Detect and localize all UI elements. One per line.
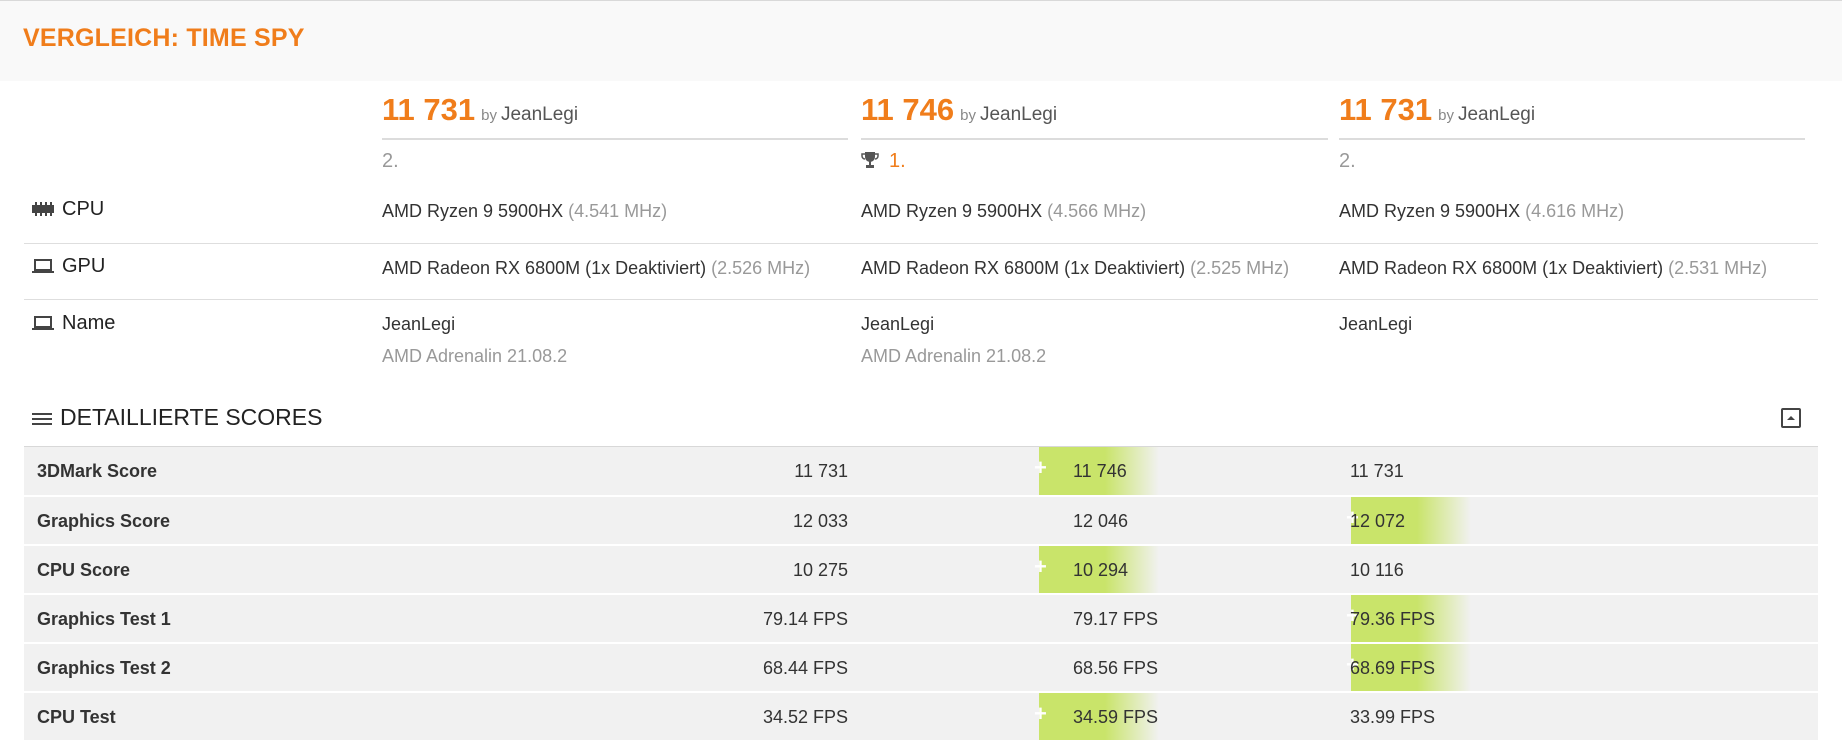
rank-2: 1. (861, 150, 906, 173)
score-value-col-1: 34.52 FPS (762, 707, 848, 727)
rank-1: 2. (382, 150, 399, 172)
monitor-icon (32, 259, 54, 273)
score-value-col-3: 33.99 FPS (1350, 707, 1436, 727)
table-row: + CPU Test 34.52 FPS 34.59 FPS 33.99 FPS (24, 691, 1818, 740)
plus-icon: + (1034, 455, 1047, 480)
list-icon (32, 413, 52, 425)
trophy-icon (861, 152, 879, 168)
collapse-section-button[interactable] (1781, 408, 1801, 428)
table-row: + Graphics Test 2 68.44 FPS 68.56 FPS 68.69 … (24, 642, 1818, 691)
score-value-col-1: 10 275 (792, 560, 848, 580)
gpu-value-2: AMD Radeon RX 6800M (1x Deaktiviert) (2.… (861, 258, 1290, 278)
score-user-link[interactable]: JeanLegi (501, 104, 578, 125)
score-value-col-2: 34.59 FPS (1073, 707, 1159, 727)
info-row-name: Name JeanLegi AMD Adrenalin 21.08.2 Jean… (24, 300, 1818, 380)
gpu-value-1: AMD Radeon RX 6800M (1x Deaktiviert) (2.… (382, 258, 811, 278)
score-value-col-1: 79.14 FPS (762, 609, 848, 629)
gpu-value-3: AMD Radeon RX 6800M (1x Deaktiviert) (2.… (1339, 258, 1768, 278)
info-row-gpu: GPU AMD Radeon RX 6800M (1x Deaktiviert)… (24, 243, 1818, 300)
chevron-up-icon (1787, 416, 1795, 420)
score-label: Graphics Test 1 (37, 609, 171, 629)
score-value-col-1: 12 033 (792, 511, 848, 531)
score-value-col-1: 68.44 FPS (762, 658, 848, 678)
info-label-gpu: GPU (32, 255, 105, 278)
name-value-1: JeanLegi (382, 314, 456, 334)
score-value-col-3: 10 116 (1350, 560, 1404, 580)
name-value-2: JeanLegi (861, 314, 935, 334)
score-label: Graphics Score (37, 511, 171, 531)
cpu-value-3: AMD Ryzen 9 5900HX (4.616 MHz) (1339, 201, 1625, 221)
rank-text: 1. (889, 150, 906, 172)
score-label: 3DMark Score (37, 461, 158, 481)
score-value[interactable]: 11 731 (1339, 92, 1432, 127)
info-label-cpu: CPU (32, 198, 104, 221)
score-value-col-2: 11 746 (1073, 461, 1127, 481)
score-value-col-3: 11 731 (1350, 461, 1404, 481)
score-value-col-2: 79.17 FPS (1073, 609, 1159, 629)
score-value-col-2: 10 294 (1073, 560, 1129, 580)
score-label: CPU Score (37, 560, 131, 580)
cpu-icon (32, 202, 54, 216)
plus-icon: + (1034, 554, 1047, 579)
score-value-col-2: 68.56 FPS (1073, 658, 1159, 678)
detail-section-title: DETAILLIERTE SCORES (32, 404, 322, 431)
score-value-col-1: 11 731 (794, 461, 848, 481)
score-user-link[interactable]: JeanLegi (980, 104, 1057, 125)
rank-3: 2. (1339, 150, 1356, 172)
driver-value-1: AMD Adrenalin 21.08.2 (382, 346, 568, 366)
score-label: CPU Test (37, 707, 116, 727)
result-header-1[interactable]: 11 731 by JeanLegi (382, 92, 848, 140)
result-header-2[interactable]: 11 746 by JeanLegi (861, 92, 1328, 140)
result-header-3[interactable]: 11 731 by JeanLegi (1339, 92, 1805, 140)
score-user-link[interactable]: JeanLegi (1458, 104, 1535, 125)
score-value-col-3: 12 072 (1350, 511, 1406, 531)
info-row-cpu: CPU AMD Ryzen 9 5900HX (4.541 MHz) AMD R… (24, 190, 1818, 244)
score-value-col-3: 68.69 FPS (1350, 658, 1436, 678)
score-value[interactable]: 11 731 (382, 92, 475, 127)
score-value-col-2: 12 046 (1073, 511, 1129, 531)
table-row: + CPU Score 10 275 10 294 10 116 (24, 544, 1818, 593)
table-row: + Graphics Test 1 79.14 FPS 79.17 FPS 79.36 … (24, 593, 1818, 642)
cpu-value-1: AMD Ryzen 9 5900HX (4.541 MHz) (382, 201, 668, 221)
driver-value-2: AMD Adrenalin 21.08.2 (861, 346, 1047, 366)
page-title: VERGLEICH: TIME SPY (23, 24, 305, 52)
score-label: Graphics Test 2 (37, 658, 171, 678)
detail-scores-table: +3DMark Score 11 731 11 746 11 731 + Graphics… (24, 446, 1818, 740)
info-label-name: Name (32, 312, 115, 335)
table-row: +3DMark Score 11 731 11 746 11 731 (24, 446, 1818, 495)
score-value-col-3: 79.36 FPS (1350, 609, 1436, 629)
name-value-3: JeanLegi (1339, 314, 1413, 334)
score-by: by (960, 107, 976, 124)
score-by: by (1438, 107, 1454, 124)
table-row: + Graphics Score 12 033 12 046 12 072 (24, 495, 1818, 544)
plus-icon: + (1034, 701, 1047, 726)
score-value[interactable]: 11 746 (861, 92, 954, 127)
cpu-value-2: AMD Ryzen 9 5900HX (4.566 MHz) (861, 201, 1147, 221)
score-by: by (481, 107, 497, 124)
laptop-icon (32, 316, 54, 330)
